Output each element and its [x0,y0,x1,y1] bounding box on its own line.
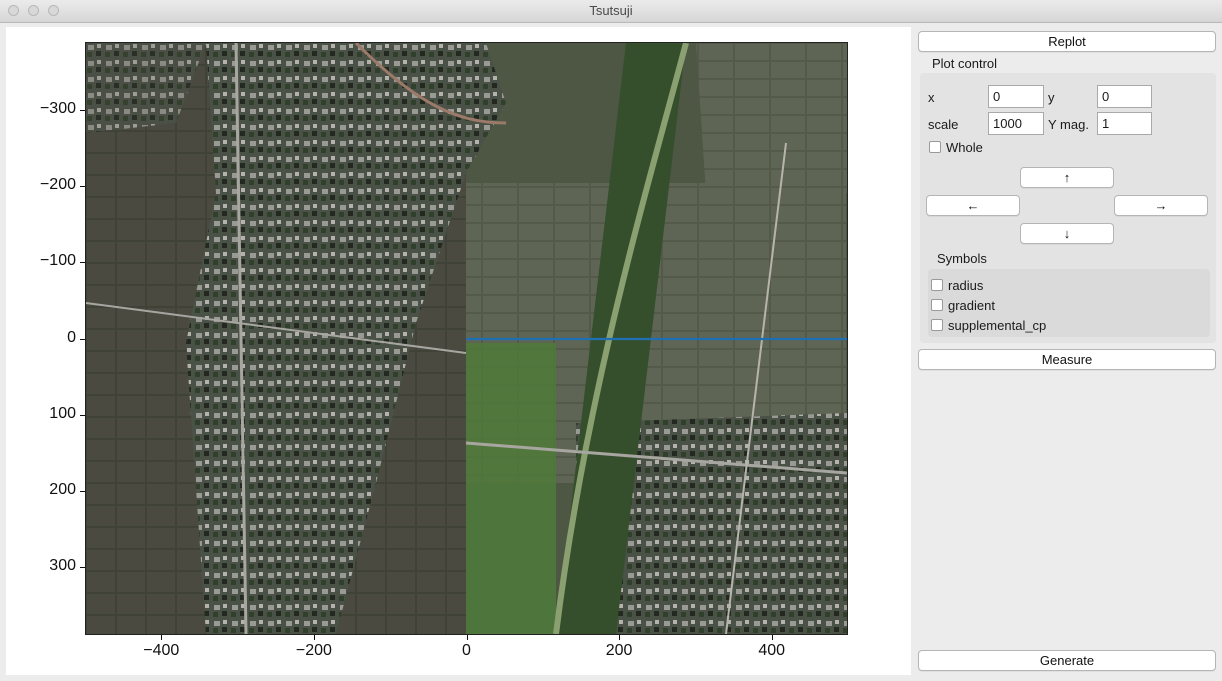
control-sidebar: Replot Plot control x 0 y 0 scale 1000 Y… [912,27,1222,675]
x-tick-mark [466,635,468,640]
x-label: x [928,90,935,105]
radius-checkbox[interactable] [931,279,943,291]
x-input[interactable]: 0 [988,85,1044,108]
plot-control-label: Plot control [932,56,998,71]
x-tick-mark [771,635,773,640]
y-tick-label: −100 [39,252,76,270]
radius-label: radius [948,278,984,293]
scale-input[interactable]: 1000 [988,112,1044,135]
x-tick-mark [619,635,621,640]
y-tick-mark [80,186,85,188]
whole-checkbox[interactable] [929,141,941,153]
pan-right-button[interactable]: → [1114,195,1208,216]
y-tick-mark [80,110,85,112]
aerial-map-image[interactable] [85,42,848,635]
pan-left-button[interactable]: ← [926,195,1020,216]
y-tick-mark [80,338,85,340]
x-tick-label: 200 [605,642,633,659]
y-input[interactable]: 0 [1097,85,1152,108]
x-tick-mark [313,635,315,640]
gradient-label: gradient [948,298,995,313]
generate-button[interactable]: Generate [918,650,1216,671]
y-tick-mark [80,566,85,568]
y-label: y [1048,90,1055,105]
plot-canvas[interactable]: −400 −200 0 200 400 −300 −200 −100 0 100 200 300 [6,27,911,675]
gradient-checkbox[interactable] [931,299,943,311]
y-tick-label: 0 [67,328,76,346]
window-title: Tsutsuji [589,3,633,18]
pan-up-button[interactable]: ↑ [1020,167,1114,188]
measure-button[interactable]: Measure [918,349,1216,370]
x-tick-label: −400 [143,642,180,659]
y-tick-mark [80,262,85,264]
y-tick-mark [80,414,85,416]
replot-button[interactable]: Replot [918,31,1216,52]
y-tick-label: 300 [49,556,76,574]
y-tick-label: 100 [49,404,76,422]
x-tick-label: 400 [758,642,786,659]
whole-label: Whole [946,140,983,155]
ymag-label: Y mag. [1048,117,1089,132]
y-tick-label: 200 [49,480,76,498]
pan-down-button[interactable]: ↓ [1020,223,1114,244]
aerial-photo [86,43,847,634]
y-tick-label: −300 [39,100,76,118]
title-bar: Tsutsuji [0,0,1222,23]
y-tick-label: −200 [39,176,76,194]
scale-label: scale [928,117,959,132]
x-tick-label: 0 [462,642,471,659]
supplemental-cp-checkbox[interactable] [931,319,943,331]
y-tick-mark [80,490,85,492]
ymag-input[interactable]: 1 [1097,112,1152,135]
x-tick-label: −200 [295,642,332,659]
supplemental-cp-label: supplemental_cp [948,318,1047,333]
symbols-label: Symbols [937,251,987,266]
x-tick-mark [161,635,163,640]
